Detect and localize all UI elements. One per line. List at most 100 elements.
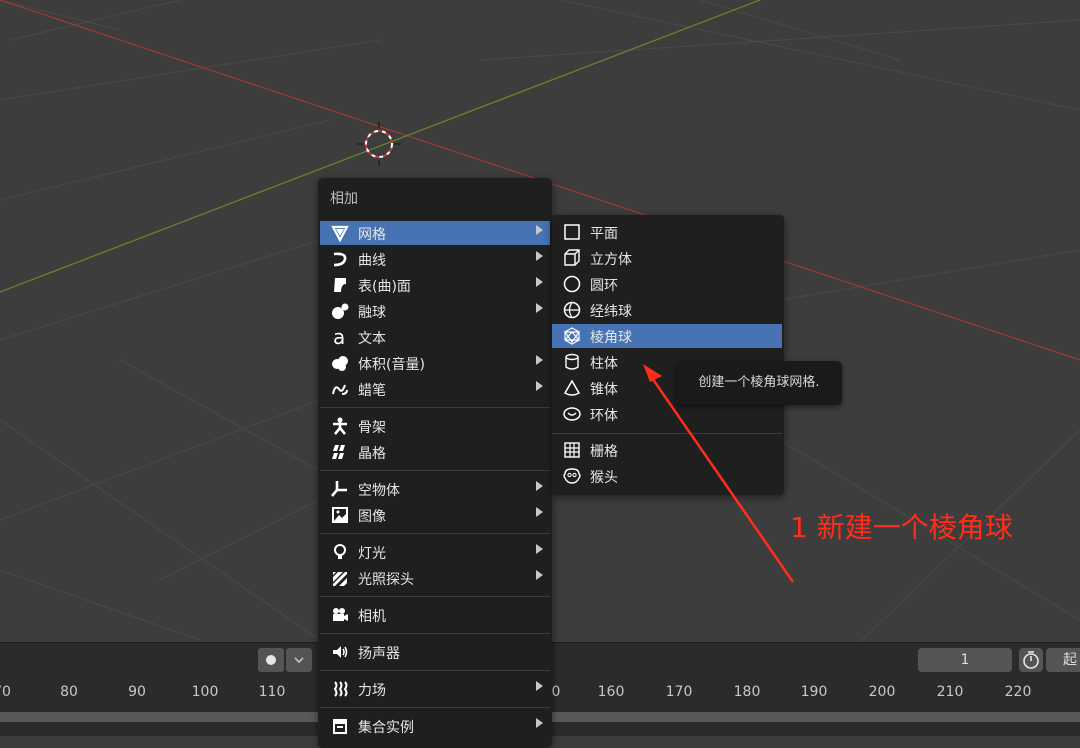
menu-item-volume[interactable]: 体积(音量): [320, 351, 550, 375]
menu-item-label: 扬声器: [358, 646, 400, 662]
annotation-text: 1 新建一个棱角球: [790, 511, 1013, 544]
submenu-item-ico-sphere[interactable]: 棱角球: [552, 324, 782, 348]
menu-item-light[interactable]: 灯光: [320, 540, 550, 564]
timeline-tick-label: 110: [258, 684, 286, 700]
lattice-icon: [332, 445, 345, 459]
menu-separator: [320, 633, 550, 634]
timeline-tick-label: 210: [936, 684, 964, 700]
submenu-item-plane[interactable]: 平面: [552, 220, 782, 244]
submenu-item-label: 栅格: [590, 444, 618, 460]
menu-item-grease-pencil[interactable]: 蜡笔: [320, 377, 550, 401]
menu-item-armature[interactable]: 骨架: [320, 414, 550, 438]
submenu-item-torus[interactable]: 环体: [552, 402, 782, 426]
menu-item-label: 表(曲)面: [358, 279, 411, 295]
menu-separator: [320, 470, 550, 471]
add-menu: 相加 网格 曲线表(曲)面融球 a 文本体积(音量) 蜡笔骨架晶格空物体图像灯光光照探头…: [318, 178, 552, 748]
submenu-item-label: 经纬球: [590, 304, 632, 320]
menu-item-label: 晶格: [358, 446, 386, 462]
light-icon: [334, 544, 346, 559]
submenu-item-monkey[interactable]: 猴头: [552, 464, 782, 488]
submenu-item-circle[interactable]: 圆环: [552, 272, 782, 296]
surface-icon: [334, 278, 346, 292]
timeline-tick-label: 170: [665, 684, 693, 700]
torus-icon: [563, 407, 581, 421]
light-probe-icon: [333, 572, 347, 586]
menu-item-mesh[interactable]: 网格: [320, 221, 550, 245]
menu-item-label: 蜡笔: [358, 383, 386, 399]
mesh-icon: [331, 225, 349, 243]
monkey-icon: [563, 468, 581, 484]
submenu-item-label: 圆环: [590, 278, 618, 294]
collection-instance-icon: [333, 719, 347, 734]
menu-item-metaball[interactable]: 融球: [320, 299, 550, 323]
menu-item-text[interactable]: a 文本: [320, 325, 550, 349]
timer-icon[interactable]: [1019, 648, 1043, 672]
ico-sphere-icon: [563, 327, 581, 345]
uv-sphere-icon: [563, 301, 581, 319]
submenu-item-cube[interactable]: 立方体: [552, 246, 782, 270]
timeline-tick-label: 200: [868, 684, 896, 700]
menu-item-label: 空物体: [358, 483, 400, 499]
menu-title: 相加: [330, 191, 358, 207]
menu-item-lattice[interactable]: 晶格: [320, 440, 550, 464]
menu-item-force-field[interactable]: 力场: [320, 677, 550, 701]
menu-item-image[interactable]: 图像: [320, 503, 550, 527]
timeline-tick-label: 80: [60, 684, 78, 700]
submenu-item-label: 锥体: [590, 382, 618, 398]
circle-icon: [563, 275, 581, 293]
menu-item-camera[interactable]: 相机: [320, 603, 550, 627]
submenu-item-label: 棱角球: [590, 330, 632, 346]
speaker-icon: [333, 646, 348, 658]
submenu-arrow-icon: [536, 718, 543, 728]
menu-item-label: 灯光: [358, 546, 386, 562]
submenu-arrow-icon: [536, 277, 543, 287]
menu-item-light-probe[interactable]: 光照探头: [320, 566, 550, 590]
menu-item-label: 骨架: [358, 420, 386, 436]
menu-item-label: 文本: [358, 331, 386, 347]
keying-dropdown[interactable]: [286, 648, 312, 672]
cube-icon: [564, 249, 580, 266]
submenu-arrow-icon: [536, 225, 543, 235]
menu-item-speaker[interactable]: 扬声器: [320, 640, 550, 664]
timeline-tick-label: 160: [597, 684, 625, 700]
submenu-item-label: 猴头: [590, 470, 618, 486]
menu-item-label: 力场: [358, 683, 386, 699]
camera-icon: [333, 608, 348, 621]
menu-separator: [320, 596, 550, 597]
submenu-arrow-icon: [536, 507, 543, 517]
timeline-tick-label: 100: [191, 684, 219, 700]
submenu-item-label: 平面: [590, 226, 618, 242]
start-frame-field[interactable]: 起: [1046, 648, 1080, 672]
submenu-item-label: 立方体: [590, 252, 632, 268]
svg-text:a: a: [333, 327, 345, 347]
chevron-down-icon: [294, 657, 304, 664]
current-frame-field[interactable]: 1: [918, 648, 1012, 672]
menu-separator: [320, 407, 550, 408]
grid-icon: [564, 442, 580, 458]
timeline-tick-label: 180: [733, 684, 761, 700]
mesh-submenu: 平面 立方体 圆环 经纬球 棱角球 柱体 锥体 环体 栅格 猴头: [552, 215, 784, 495]
keyframe-record-button[interactable]: [258, 648, 284, 672]
submenu-item-uv-sphere[interactable]: 经纬球: [552, 298, 782, 322]
submenu-arrow-icon: [536, 481, 543, 491]
armature-icon: [333, 417, 347, 435]
submenu-arrow-icon: [536, 355, 543, 365]
menu-separator: [552, 433, 782, 434]
submenu-item-grid[interactable]: 栅格: [552, 438, 782, 462]
metaball-icon: [332, 303, 349, 319]
menu-item-label: 融球: [358, 305, 386, 321]
grease-pencil-icon: [332, 384, 348, 395]
menu-item-label: 相机: [358, 609, 386, 625]
timeline-tick-label: 70: [0, 684, 11, 700]
menu-item-curve[interactable]: 曲线: [320, 247, 550, 271]
cylinder-icon: [565, 353, 579, 370]
plane-icon: [564, 224, 580, 240]
curve-icon: [333, 252, 347, 267]
submenu-arrow-icon: [536, 544, 543, 554]
menu-item-label: 图像: [358, 509, 386, 525]
menu-item-empty[interactable]: 空物体: [320, 477, 550, 501]
menu-item-collection-instance[interactable]: 集合实例: [320, 714, 550, 738]
menu-item-surface[interactable]: 表(曲)面: [320, 273, 550, 297]
submenu-arrow-icon: [536, 251, 543, 261]
menu-item-label: 光照探头: [358, 572, 414, 588]
